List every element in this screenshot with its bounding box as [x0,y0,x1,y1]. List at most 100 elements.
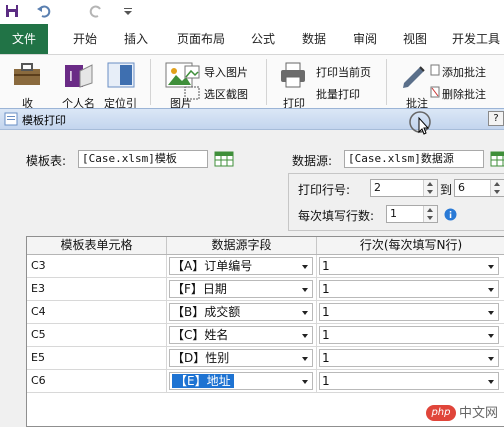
tab-insert[interactable]: 插入 [114,24,158,54]
row-from-spin-icon[interactable] [423,180,437,196]
dropdown-value: 【C】姓名 [172,328,229,342]
chevron-down-icon[interactable] [302,288,308,292]
datasource-field-cell: 【E】地址 [167,370,317,392]
template-cell[interactable]: C6 [27,370,167,392]
dropdown-value: 【D】性别 [172,351,230,365]
row-count-dropdown[interactable]: 1 [319,372,499,390]
customize-qat-icon[interactable] [120,3,136,19]
per-fill-stepper[interactable]: 1 [386,205,438,223]
row-count-dropdown[interactable]: 1 [319,303,499,321]
mapping-grid: 模板表单元格 数据源字段 行次(每次填写N行) C3 【A】订单编号 1 E3 【F】日… [26,236,504,427]
dropdown-value: 【B】成交额 [172,305,241,319]
per-fill-value: 1 [390,207,397,220]
dialog-titlebar[interactable]: 模板打印 ? [0,109,504,135]
template-picker-icon[interactable] [214,151,234,167]
undo-icon[interactable] [36,3,52,19]
tab-data[interactable]: 数据 [294,24,334,54]
row-count-dropdown[interactable]: 1 [319,280,499,298]
chevron-down-icon[interactable] [302,357,308,361]
tab-home[interactable]: 开始 [63,24,107,54]
datasource-field-dropdown[interactable]: 【E】地址 [169,372,313,390]
header-datasource-field: 数据源字段 [167,237,317,254]
grid-header: 模板表单元格 数据源字段 行次(每次填写N行) [27,237,504,255]
add-annotation-button[interactable]: 添加批注 [442,64,486,80]
dropdown-value: 【E】地址 [172,374,234,388]
row-count-cell: 1 [317,324,504,346]
row-count-cell: 1 [317,370,504,392]
batch-print-button[interactable]: 批量打印 [316,86,360,102]
to-label: 到 [440,183,453,197]
dropdown-value: 1 [322,351,330,365]
datasource-field-cell: 【C】姓名 [167,324,317,346]
ribbon-separator [266,59,267,105]
dropdown-value: 1 [322,259,330,273]
row-to-value: 6 [458,181,465,194]
per-fill-spin-icon[interactable] [423,206,437,222]
chevron-down-icon[interactable] [488,288,494,292]
template-cell[interactable]: C3 [27,255,167,277]
watermark-logo: php [425,405,456,421]
svg-text:I: I [69,70,73,85]
datasource-field-dropdown[interactable]: 【A】订单编号 [169,257,313,275]
info-icon[interactable] [444,208,457,221]
tab-developer[interactable]: 开发工具 [446,24,504,54]
import-image-button[interactable]: 导入图片 [204,64,248,80]
template-cell[interactable]: E5 [27,347,167,369]
area-screenshot-button[interactable]: 选区截图 [204,86,248,102]
row-count-dropdown[interactable]: 1 [319,257,499,275]
row-count-cell: 1 [317,347,504,369]
tab-review[interactable]: 审阅 [346,24,384,54]
datasource-field[interactable]: [Case.xlsm]数据源 [344,150,484,168]
datasource-label: 数据源: [292,154,333,168]
row-count-cell: 1 [317,255,504,277]
redo-icon[interactable] [88,3,104,19]
chevron-down-icon[interactable] [302,334,308,338]
tab-formulas[interactable]: 公式 [244,24,282,54]
ribbon-panel: 收 I 个人名 定位引 图片 导入图片 选区截图 打印 打印当前页 批量打印 批… [0,55,504,110]
help-icon[interactable]: ? [488,111,504,126]
row-count-dropdown[interactable]: 1 [319,349,499,367]
template-field[interactable]: [Case.xlsm]模板 [78,150,208,168]
ribbon-separator [150,59,151,105]
chevron-down-icon[interactable] [488,380,494,384]
chevron-down-icon[interactable] [302,311,308,315]
ribbon-tabs: 文件 开始 插入 页面布局 公式 数据 审阅 视图 开发工具 [0,24,504,55]
tab-page-layout[interactable]: 页面布局 [170,24,232,54]
watermark: php 中文网 [425,402,498,421]
tab-file[interactable]: 文件 [0,24,48,54]
delete-annotation-button[interactable]: 删除批注 [442,86,486,102]
dropdown-value: 1 [322,305,330,319]
chevron-down-icon[interactable] [488,334,494,338]
row-from-stepper[interactable]: 2 [370,179,438,197]
dropdown-value: 1 [322,328,330,342]
chevron-down-icon[interactable] [488,311,494,315]
datasource-field-dropdown[interactable]: 【D】性别 [169,349,313,367]
print-current-page-button[interactable]: 打印当前页 [316,64,371,80]
template-label: 模板表: [26,154,67,168]
dropdown-value: 【A】订单编号 [172,259,253,273]
save-icon[interactable] [4,3,20,19]
template-cell[interactable]: E3 [27,278,167,300]
datasource-field-dropdown[interactable]: 【C】姓名 [169,326,313,344]
row-to-stepper[interactable]: 6 [454,179,504,197]
header-row-count: 行次(每次填写N行) [359,238,463,252]
import-image-icon [184,65,200,79]
template-cell[interactable]: C4 [27,301,167,323]
print-rows-label: 打印行号: [298,183,351,197]
row-count-dropdown[interactable]: 1 [319,326,499,344]
datasource-field-dropdown[interactable]: 【B】成交额 [169,303,313,321]
chevron-down-icon[interactable] [488,357,494,361]
chevron-down-icon[interactable] [302,265,308,269]
row-count-cell: 1 [317,301,504,323]
chevron-down-icon[interactable] [302,380,308,384]
datasource-picker-icon[interactable] [490,151,504,167]
dialog-title: 模板打印 [22,114,66,127]
tab-view[interactable]: 视图 [396,24,434,54]
datasource-field-dropdown[interactable]: 【F】日期 [169,280,313,298]
row-to-spin-icon[interactable] [490,180,504,196]
dropdown-value: 【F】日期 [172,282,227,296]
table-row: C3 【A】订单编号 1 [27,255,504,278]
chevron-down-icon[interactable] [488,265,494,269]
template-cell[interactable]: C5 [27,324,167,346]
table-row: E3 【F】日期 1 [27,278,504,301]
